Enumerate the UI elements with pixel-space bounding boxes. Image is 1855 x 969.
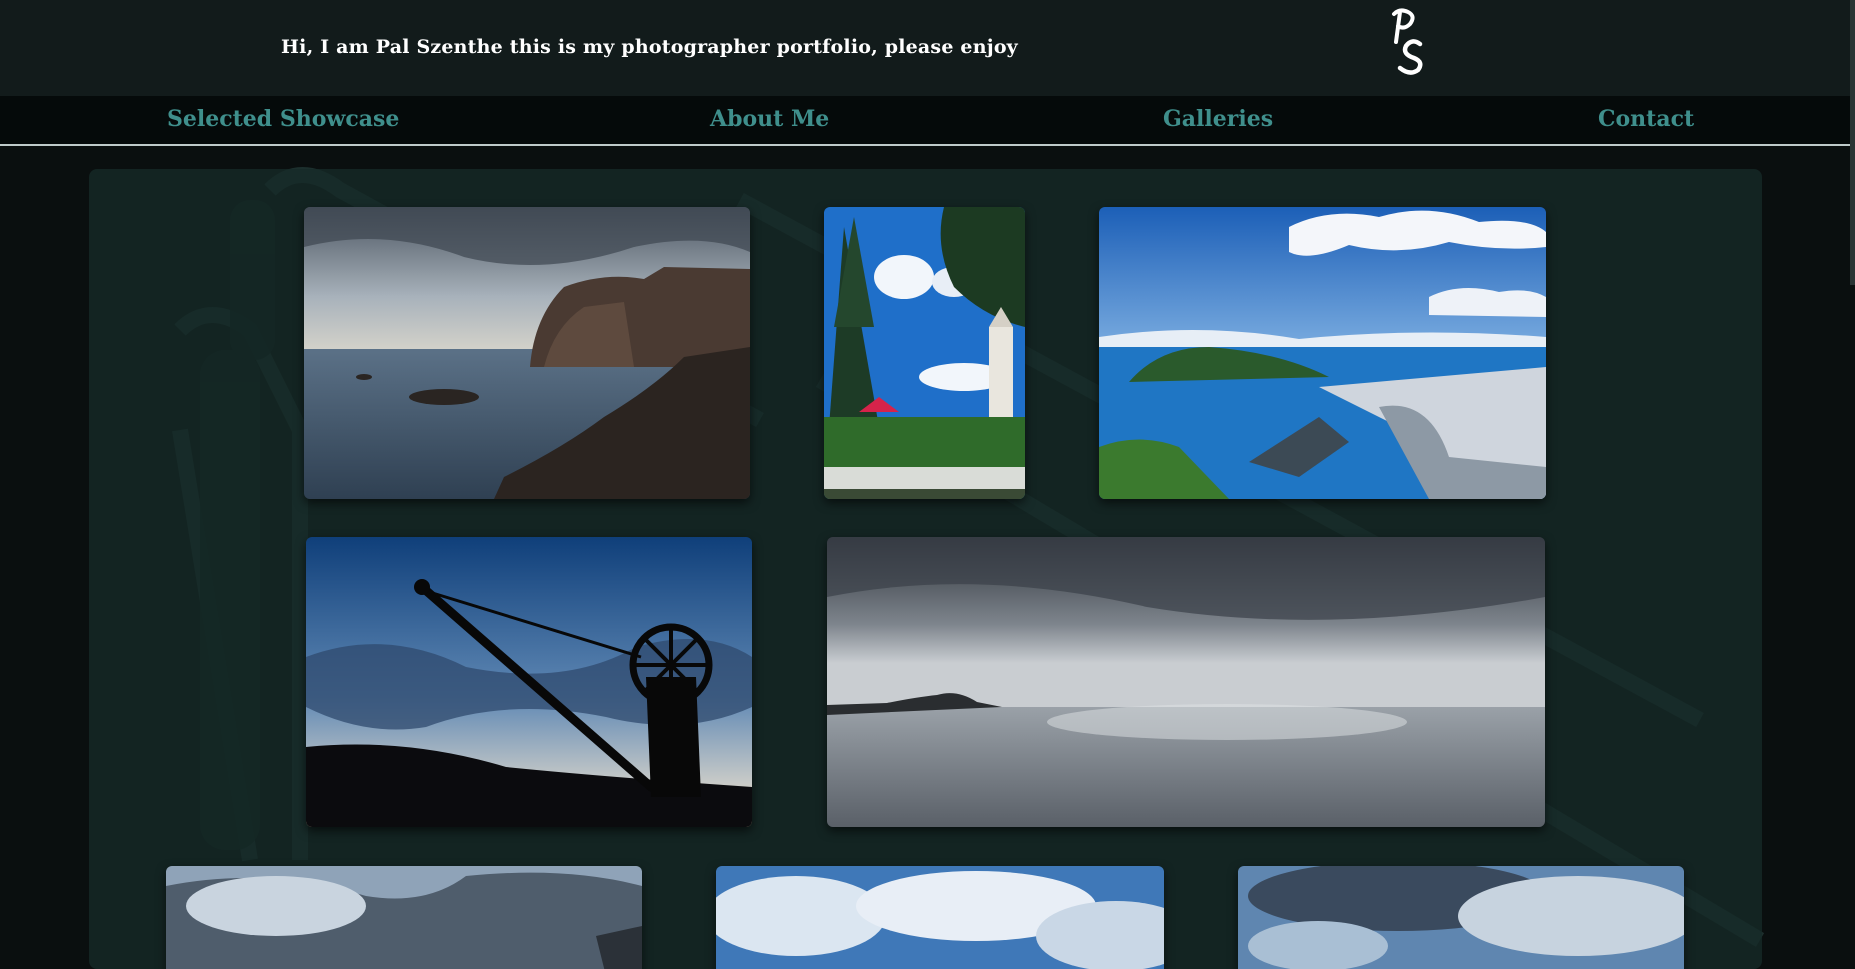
photo-cumulus-clouds[interactable] bbox=[716, 866, 1164, 969]
nav-selected-showcase[interactable]: Selected Showcase bbox=[167, 106, 399, 132]
photo-cloudy-hillside[interactable] bbox=[166, 866, 642, 969]
site-header: Hi, I am Pal Szenthe this is my photogra… bbox=[0, 0, 1855, 96]
nav-about-me[interactable]: About Me bbox=[710, 106, 829, 132]
greeting-text: Hi, I am Pal Szenthe this is my photogra… bbox=[281, 36, 1018, 58]
scrollbar[interactable] bbox=[1850, 0, 1855, 285]
photo-storm-clouds[interactable] bbox=[1238, 866, 1684, 969]
main-nav: Selected Showcase About Me Galleries Con… bbox=[0, 96, 1855, 146]
photo-crane-silhouette[interactable] bbox=[306, 537, 752, 827]
nav-galleries[interactable]: Galleries bbox=[1163, 106, 1273, 132]
photo-harbor-aerial[interactable] bbox=[1099, 207, 1546, 499]
page: Hi, I am Pal Szenthe this is my photogra… bbox=[0, 0, 1855, 969]
ps-logo[interactable] bbox=[1386, 6, 1432, 76]
photo-church-tree[interactable] bbox=[824, 207, 1025, 499]
photo-grey-sea[interactable] bbox=[827, 537, 1545, 827]
photo-coastal-cliffs[interactable] bbox=[304, 207, 750, 499]
nav-contact[interactable]: Contact bbox=[1598, 106, 1694, 132]
